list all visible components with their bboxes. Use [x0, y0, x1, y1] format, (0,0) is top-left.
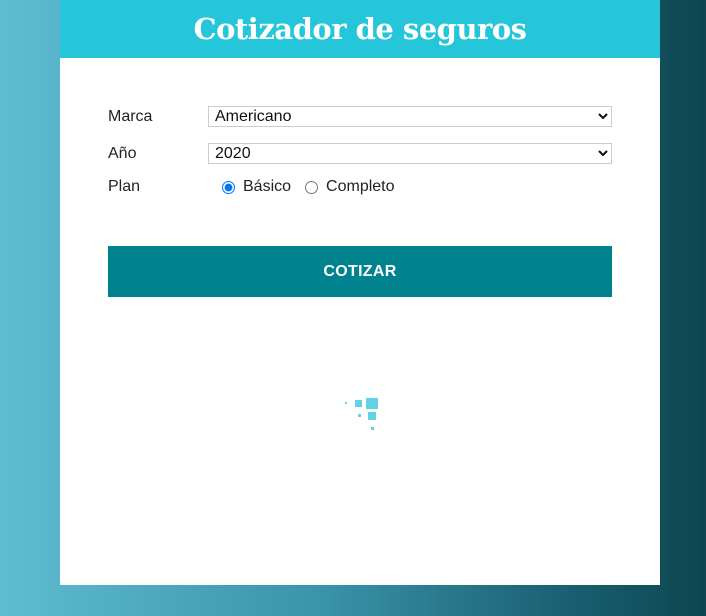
plan-completo-label[interactable]: Completo	[326, 178, 394, 196]
plan-basico-radio[interactable]	[222, 180, 235, 194]
spinner-square	[371, 427, 374, 430]
plan-label: Plan	[108, 178, 141, 195]
spinner-square	[366, 398, 378, 409]
page-title: Cotizador de seguros	[193, 12, 527, 46]
plan-row: Plan Básico Completo	[108, 178, 612, 196]
anio-select[interactable]: 2020	[208, 143, 612, 164]
quote-card: Cotizador de seguros Marca Americano Año…	[60, 0, 660, 585]
anio-label: Año	[108, 144, 137, 162]
spinner-square	[358, 414, 361, 417]
header: Cotizador de seguros	[60, 0, 660, 58]
marca-row: Marca Americano	[108, 106, 612, 127]
plan-completo-radio[interactable]	[305, 180, 319, 194]
spinner-square	[368, 412, 376, 420]
spinner-square	[345, 402, 347, 404]
anio-row: Año 2020	[108, 143, 612, 164]
cotizar-button[interactable]: COTIZAR	[108, 246, 612, 297]
loading-spinner-icon	[344, 397, 384, 437]
plan-radio-group: Básico Completo	[208, 178, 409, 196]
marca-select[interactable]: Americano	[208, 106, 612, 127]
plan-basico-label[interactable]: Básico	[243, 178, 291, 196]
marca-label: Marca	[108, 107, 153, 125]
spinner-square	[355, 400, 362, 407]
